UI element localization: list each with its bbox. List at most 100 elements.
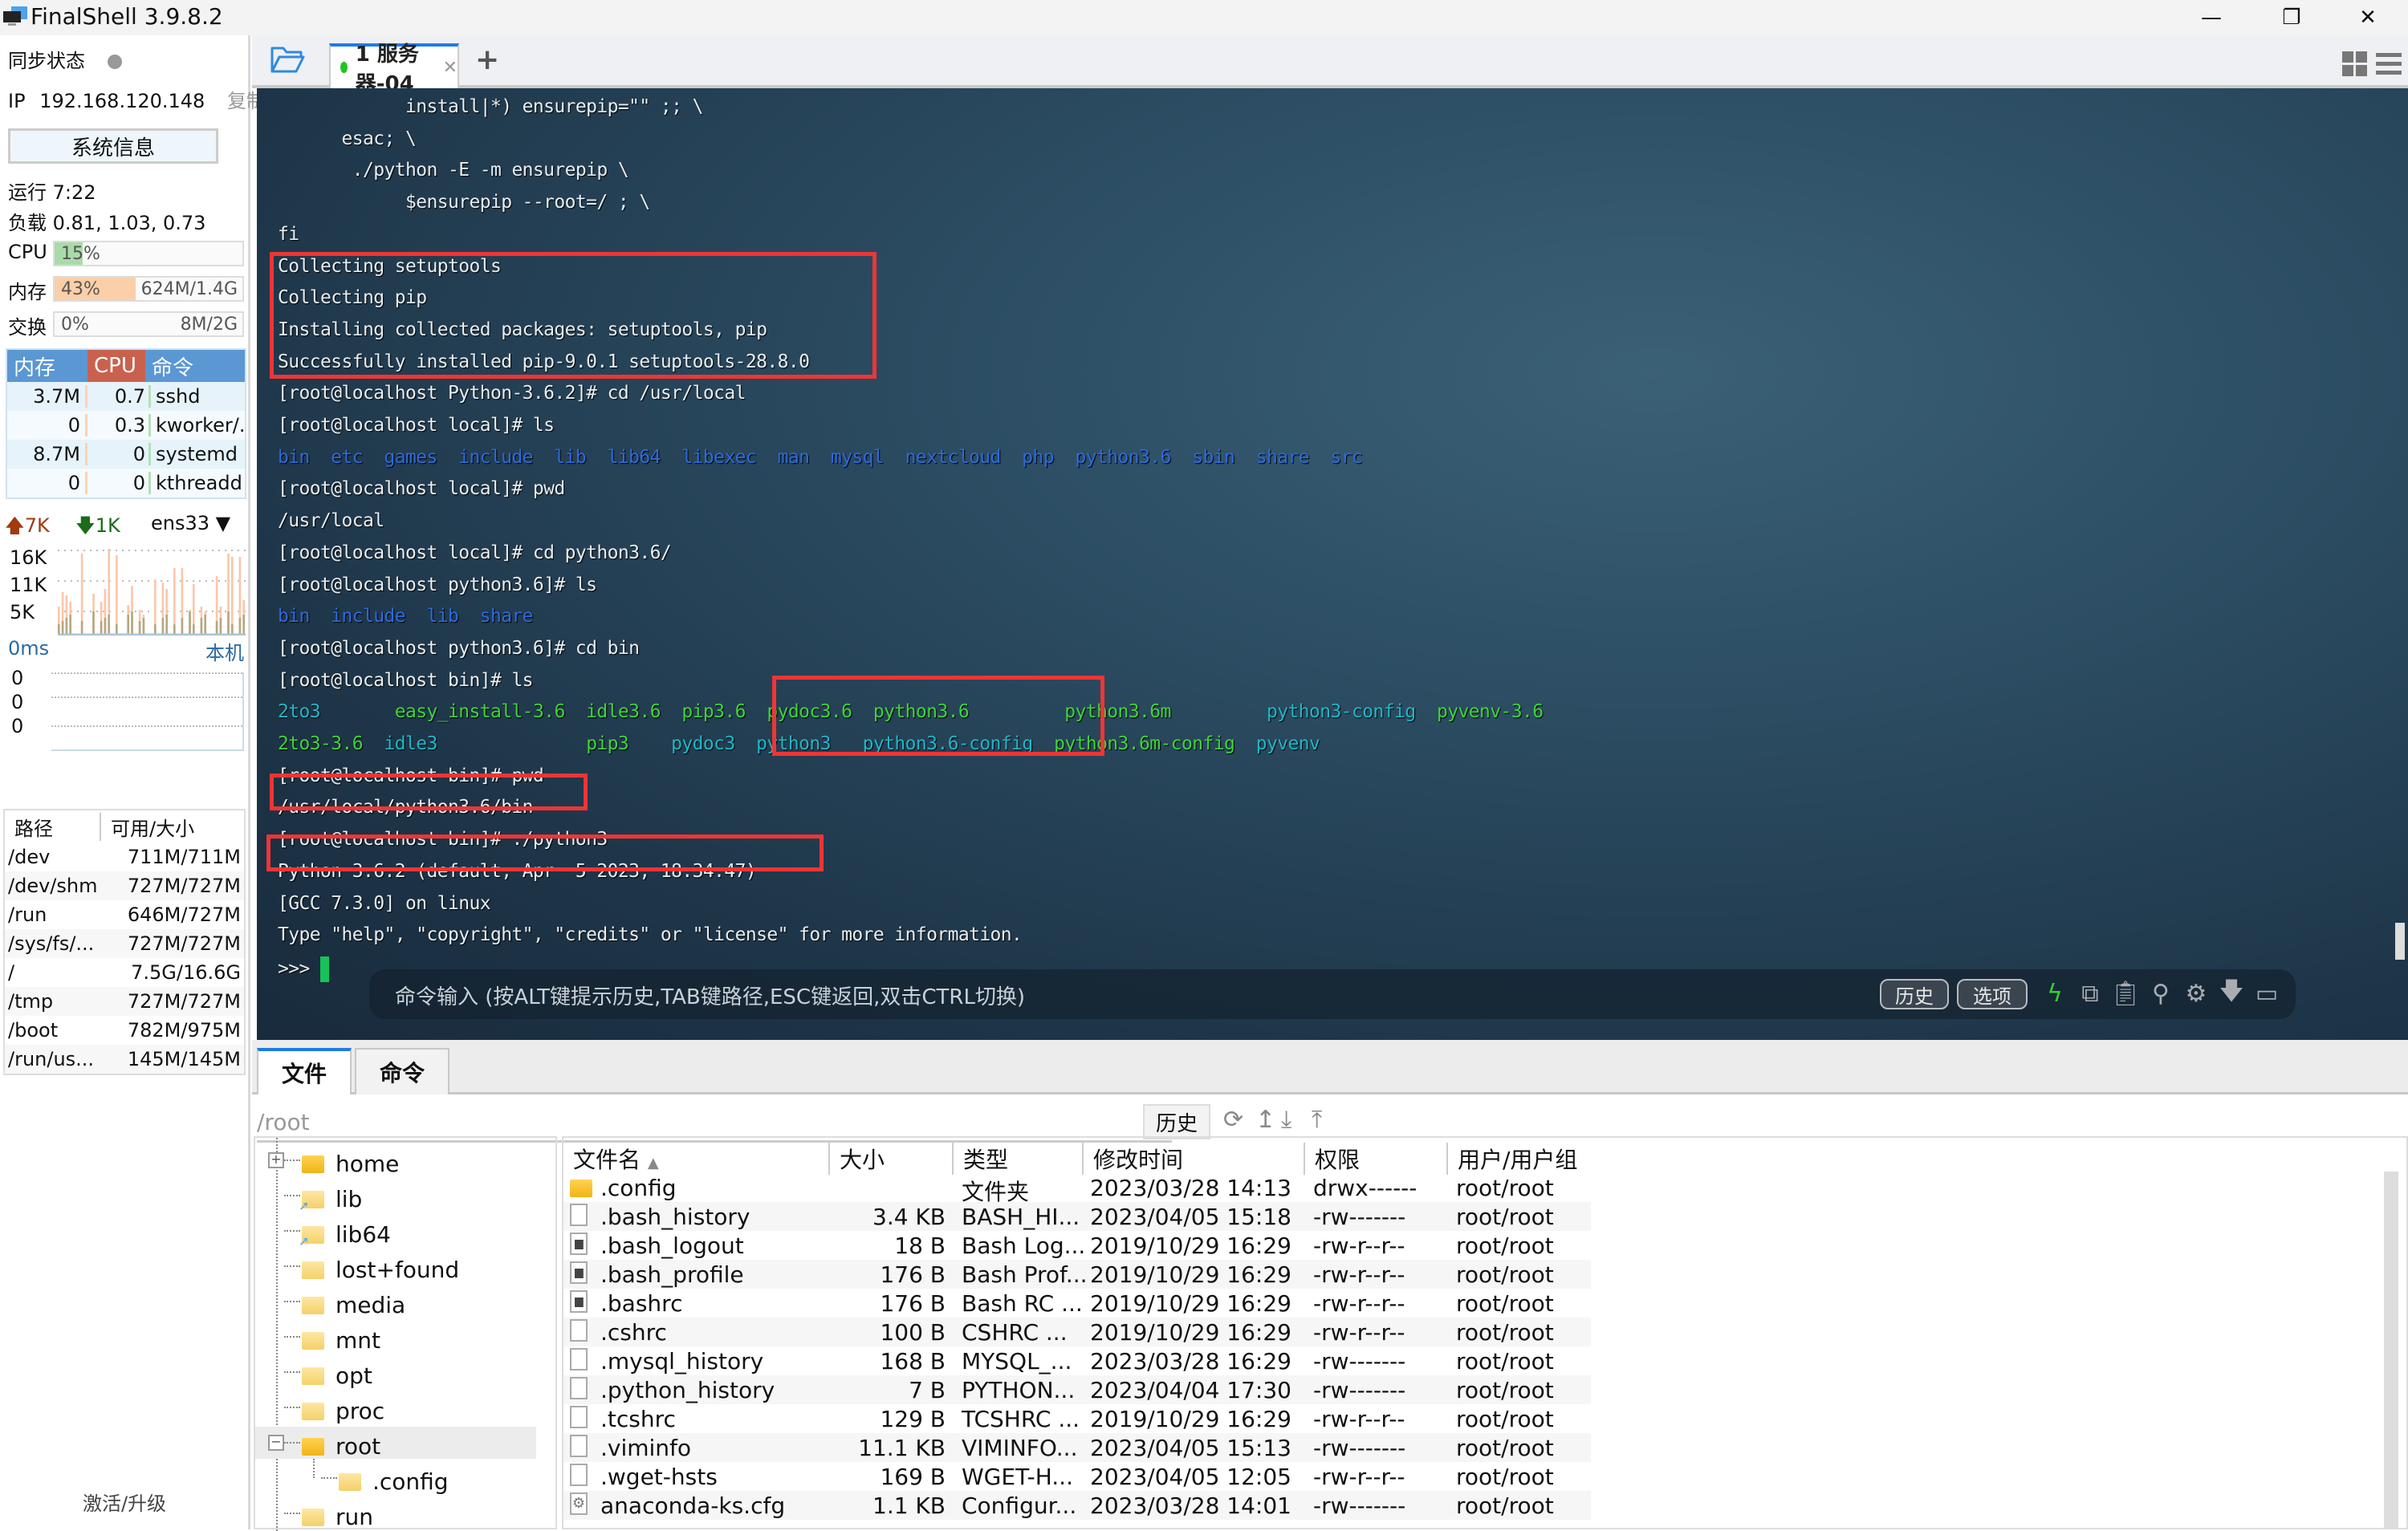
file-row[interactable]: ⚙ anaconda-ks.cfg 1.1 KB Configur... 2023…: [563, 1491, 1591, 1520]
link-arrow-icon: ➚: [299, 1197, 310, 1213]
disk-row[interactable]: / 7.5G/16.6G: [5, 958, 244, 987]
terminal-segment: 2to3-3.6: [278, 733, 384, 754]
system-info-button[interactable]: 系统信息: [8, 128, 218, 164]
disk-row[interactable]: /run/us... 145M/145M: [5, 1045, 244, 1074]
gear-icon[interactable]: ⚙: [2180, 977, 2212, 1009]
file-owner: root/root: [1456, 1233, 1554, 1259]
network-interface-select[interactable]: ens33 ▼: [151, 512, 230, 534]
column-size[interactable]: 可用/大小: [101, 813, 194, 841]
refresh-icon[interactable]: ⟳: [1223, 1106, 1243, 1134]
process-row[interactable]: 0 0.3 kworker/...: [7, 411, 245, 440]
file-row[interactable]: .cshrc 100 B CSHRC ... 2019/10/29 16:29 …: [563, 1318, 1591, 1346]
column-owner[interactable]: 用户/用户组: [1446, 1143, 1577, 1175]
column-modified[interactable]: 修改时间: [1082, 1143, 1183, 1175]
parent-directory-icon[interactable]: ↥: [1255, 1106, 1275, 1134]
terminal[interactable]: install|*) ensurepip="" ;; \ esac; \ ./p…: [257, 88, 2408, 1040]
activate-upgrade-link[interactable]: 激活/升级: [0, 1488, 249, 1516]
tree-node[interactable]: + home: [255, 1144, 536, 1177]
path-history-button[interactable]: 历史: [1143, 1104, 1210, 1139]
terminal-line: [root@localhost bin]# ls: [278, 670, 534, 691]
minimize-button[interactable]: —: [2175, 0, 2247, 35]
highlight-box-pip-install: [270, 252, 877, 379]
chevron-down-icon: ▼: [215, 512, 231, 534]
file-row[interactable]: .mysql_history 168 B MYSQL_... 2023/03/2…: [563, 1346, 1591, 1375]
search-icon[interactable]: ⚲: [2145, 977, 2177, 1009]
file-size: 169 B: [880, 1464, 946, 1490]
process-row[interactable]: 0 0 kthreadd: [7, 469, 245, 497]
terminal-text: $ensurepip --root=/ ; \: [278, 192, 650, 213]
window-icon[interactable]: ▭: [2251, 977, 2283, 1009]
process-row[interactable]: 8.7M 0 systemd: [7, 440, 245, 469]
file-type: Configur...: [962, 1492, 1077, 1519]
file-size: 7 B: [909, 1377, 946, 1403]
tree-node[interactable]: run: [255, 1497, 536, 1530]
terminal-line: esac; \: [278, 128, 416, 149]
latency-target[interactable]: 本机: [205, 637, 244, 665]
tree-node[interactable]: .config: [255, 1459, 536, 1495]
tree-node[interactable]: ➚ lib: [255, 1180, 536, 1213]
process-row[interactable]: 3.7M 0.7 sshd: [7, 382, 245, 411]
command-input-bar[interactable]: 命令输入 (按ALT键提示历史,TAB键路径,ESC键返回,双击CTRL切换) …: [369, 969, 2296, 1019]
column-path[interactable]: 路径: [5, 812, 101, 841]
column-filename[interactable]: 文件名 ▲: [573, 1143, 659, 1175]
upload-file-icon[interactable]: ⤒: [1312, 1106, 1322, 1134]
column-command[interactable]: 命令: [145, 350, 245, 382]
file-owner: root/root: [1456, 1290, 1554, 1317]
disk-row[interactable]: /run 646M/727M: [5, 900, 244, 929]
copy-icon[interactable]: ⧉: [2074, 977, 2106, 1009]
lightning-icon[interactable]: ϟ: [2039, 977, 2071, 1009]
tab-files[interactable]: 文件: [257, 1048, 352, 1094]
terminal-scrollbar[interactable]: [2395, 923, 2405, 960]
tree-node[interactable]: mnt: [255, 1321, 536, 1354]
tab-server-04[interactable]: 1 服务器-04 ✕: [329, 43, 459, 96]
disk-row[interactable]: /sys/fs/... 727M/727M: [5, 929, 244, 958]
file-list-scrollbar[interactable]: [2384, 1172, 2398, 1529]
tab-close-icon[interactable]: ✕: [443, 58, 458, 78]
add-tab-button[interactable]: +: [475, 43, 499, 76]
column-memory[interactable]: 内存: [7, 350, 87, 382]
tab-commands[interactable]: 命令: [355, 1048, 449, 1094]
disk-row[interactable]: /dev/shm 727M/727M: [5, 871, 244, 900]
file-size: 129 B: [880, 1406, 946, 1432]
file-row[interactable]: .tcshrc 129 B TCSHRC ... 2019/10/29 16:2…: [563, 1404, 1591, 1433]
menu-button[interactable]: [2376, 51, 2402, 77]
options-button[interactable]: 选项: [1957, 979, 2028, 1009]
file-row[interactable]: .python_history 7 B PYTHON... 2023/04/04…: [563, 1375, 1591, 1404]
disk-row[interactable]: /dev 711M/711M: [5, 843, 244, 871]
file-row[interactable]: .wget-hsts 169 B WGET-H... 2023/04/05 12…: [563, 1462, 1591, 1491]
tree-node[interactable]: media: [255, 1285, 536, 1318]
expand-icon[interactable]: +: [268, 1152, 284, 1168]
file-list: 文件名 ▲ 大小 类型 修改时间 权限 用户/用户组 .config 文件夹 2…: [562, 1136, 2408, 1529]
file-row[interactable]: .viminfo 11.1 KB VIMINFO... 2023/04/05 1…: [563, 1433, 1591, 1462]
tree-node[interactable]: − root: [255, 1427, 536, 1460]
tree-node[interactable]: lost+found: [255, 1250, 536, 1283]
file-row[interactable]: .config 文件夹 2023/03/28 14:13 drwx------ …: [563, 1173, 1591, 1205]
open-folder-button[interactable]: [270, 45, 305, 74]
network-tick: 11K: [10, 574, 47, 596]
paste-icon[interactable]: 📋︎: [2109, 977, 2142, 1009]
file-row[interactable]: .bash_history 3.4 KB BASH_HI... 2023/04/…: [563, 1202, 1591, 1231]
tree-node-label: media: [336, 1292, 406, 1318]
tree-node[interactable]: ➚ lib64: [255, 1215, 536, 1249]
column-size[interactable]: 大小: [828, 1143, 885, 1175]
column-permissions[interactable]: 权限: [1304, 1143, 1360, 1175]
download-icon[interactable]: 🡇: [2215, 977, 2247, 1009]
download-file-icon[interactable]: ⤓: [1281, 1106, 1291, 1134]
column-type[interactable]: 类型: [952, 1143, 1008, 1175]
history-button[interactable]: 历史: [1880, 979, 1949, 1009]
collapse-icon[interactable]: −: [268, 1435, 284, 1451]
file-row[interactable]: .bash_profile 176 B Bash Prof... 2019/10…: [563, 1260, 1591, 1289]
tree-connector: [313, 1459, 315, 1478]
grid-view-button[interactable]: [2342, 51, 2368, 77]
column-cpu[interactable]: CPU: [87, 350, 145, 382]
file-row[interactable]: .bashrc 176 B Bash RC ... 2019/10/29 16:…: [563, 1289, 1591, 1318]
network-tick: 5K: [10, 601, 35, 623]
disk-row[interactable]: /tmp 727M/727M: [5, 987, 244, 1016]
tree-node[interactable]: proc: [255, 1391, 536, 1424]
file-row[interactable]: .bash_logout 18 B Bash Log... 2019/10/29…: [563, 1231, 1591, 1260]
close-button[interactable]: ✕: [2332, 0, 2404, 35]
disk-row[interactable]: /boot 782M/975M: [5, 1016, 244, 1045]
terminal-line: bin include lib share: [278, 606, 534, 627]
restore-button[interactable]: ❐: [2255, 0, 2328, 35]
tree-node[interactable]: opt: [255, 1356, 536, 1389]
